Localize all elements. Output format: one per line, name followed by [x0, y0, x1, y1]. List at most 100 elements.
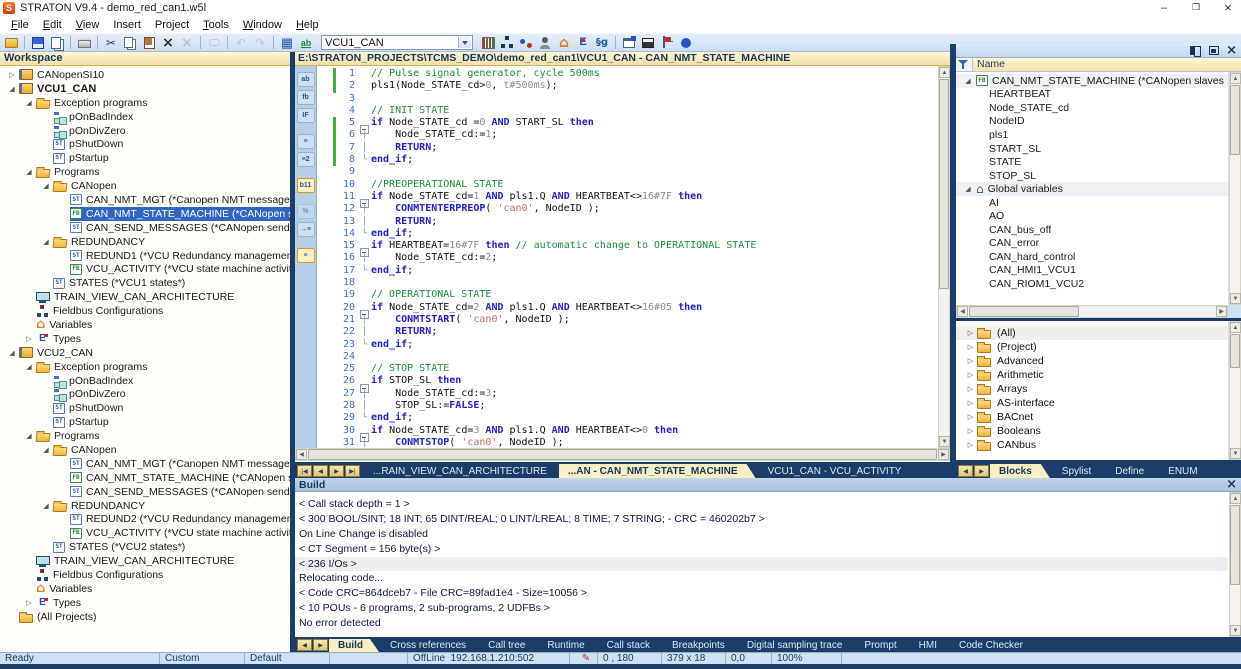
expander-icon[interactable]: ▷: [964, 413, 977, 421]
expander-icon[interactable]: ◢: [962, 185, 974, 193]
minimize-button[interactable]: [1155, 0, 1173, 15]
scroll-left-icon[interactable]: ◀: [957, 306, 968, 317]
toolbar-button[interactable]: [75, 34, 93, 51]
toolbar-button[interactable]: [297, 34, 315, 51]
fold-marker[interactable]: │: [358, 314, 371, 326]
editor-vertical-scrollbar[interactable]: ▲ ▼: [938, 66, 950, 448]
build-log-line[interactable]: No error detected: [299, 616, 1228, 631]
toolbar-button[interactable]: [140, 34, 158, 51]
restore-panel-icon[interactable]: [1209, 46, 1219, 55]
tree-item[interactable]: ▷ Types: [0, 596, 290, 610]
tree-item[interactable]: CAN_SEND_MESSAGES (*CANopen send message…: [0, 221, 290, 235]
toolbar-button[interactable]: [574, 34, 592, 51]
output-tab[interactable]: Call tree: [477, 639, 536, 652]
code-line[interactable]: 12 │ CONMTENTERPREOP( 'can0', NodeID );: [317, 203, 950, 215]
fold-marker[interactable]: └: [358, 154, 371, 166]
code-line[interactable]: 23 └ end_if;: [317, 339, 950, 351]
tree-item[interactable]: ◢ REDUNDANCY: [0, 235, 290, 249]
fold-marker[interactable]: │: [358, 388, 371, 400]
tab-prev-button[interactable]: ◀: [313, 465, 328, 477]
tab-last-button[interactable]: ▶|: [345, 465, 360, 477]
block-category-row[interactable]: ▷ CANbus: [956, 438, 1228, 452]
code-line[interactable]: 9: [317, 166, 950, 178]
expander-icon[interactable]: ▷: [964, 427, 977, 435]
scroll-up-icon[interactable]: ▲: [1230, 73, 1241, 84]
maximize-button[interactable]: [1187, 0, 1205, 15]
expander-icon[interactable]: ◢: [22, 168, 36, 176]
tree-item[interactable]: pOnBadIndex: [0, 374, 290, 388]
code-line[interactable]: 16 │ Node_STATE_cd:=2;: [317, 252, 950, 264]
code-line[interactable]: 18: [317, 277, 950, 289]
toolbar-button[interactable]: [251, 34, 269, 51]
code-line[interactable]: 14 └ end_if;: [317, 228, 950, 240]
expander-icon[interactable]: ▷: [964, 343, 977, 351]
menu-item[interactable]: Edit: [36, 18, 69, 32]
fold-marker[interactable]: │: [358, 252, 371, 264]
insert-line-icon[interactable]: →≡: [297, 222, 315, 237]
expander-icon[interactable]: ◢: [22, 363, 36, 371]
code-line[interactable]: 2 pls1(Node_STATE_cd>0, t#500ms);: [317, 80, 950, 92]
outline-icon[interactable]: ≡: [297, 248, 315, 263]
fold-marker[interactable]: │: [358, 142, 371, 154]
menu-item[interactable]: Insert: [106, 18, 148, 32]
output-tab[interactable]: Call stack: [596, 639, 661, 652]
code-line[interactable]: 7 │ RETURN;: [317, 142, 950, 154]
toolbar-button[interactable]: [29, 34, 47, 51]
toolbar-button[interactable]: [102, 34, 120, 51]
code-line[interactable]: 17 └ end_if;: [317, 265, 950, 277]
close-output-icon[interactable]: [1226, 478, 1237, 491]
expander-icon[interactable]: ◢: [22, 432, 36, 440]
output-tab[interactable]: HMI: [908, 639, 948, 652]
expander-icon[interactable]: ▷: [964, 329, 977, 337]
chevron-down-icon[interactable]: [458, 37, 471, 48]
tree-item[interactable]: CAN_NMT_MGT (*Canopen NMT messages manag…: [0, 457, 290, 471]
dock-icon[interactable]: [1190, 46, 1202, 55]
tab-next-button[interactable]: ▶: [313, 639, 328, 651]
auto-indent-icon[interactable]: ≡2: [297, 152, 315, 167]
output-tab[interactable]: Code Checker: [948, 639, 1034, 652]
expander-icon[interactable]: ◢: [39, 446, 53, 454]
editor-tab[interactable]: ...RAIN_VIEW_CAN_ARCHITECTURE: [361, 464, 559, 478]
build-log-line[interactable]: < 236 I/Os >: [295, 557, 1228, 572]
toolbar-button[interactable]: [278, 34, 296, 51]
expander-icon[interactable]: ▷: [964, 357, 977, 365]
if-then-icon[interactable]: IF: [297, 108, 315, 123]
toolbar-button[interactable]: [178, 34, 196, 51]
scrollbar-thumb[interactable]: [969, 306, 1079, 317]
fold-marker[interactable]: │: [358, 216, 371, 228]
code-line[interactable]: 25 // STOP STATE: [317, 363, 950, 375]
menu-item[interactable]: View: [69, 18, 107, 32]
tree-item[interactable]: TRAIN_VIEW_CAN_ARCHITECTURE: [0, 290, 290, 304]
menu-item[interactable]: Tools: [196, 18, 236, 32]
code-line[interactable]: 4 // INIT STATE: [317, 105, 950, 117]
output-tab[interactable]: Breakpoints: [661, 639, 736, 652]
scroll-up-icon[interactable]: ▲: [1230, 322, 1241, 333]
variables-vertical-scrollbar[interactable]: ▲ ▼: [1229, 72, 1241, 305]
toolbar-button[interactable]: [536, 34, 554, 51]
percent-icon[interactable]: %: [297, 204, 315, 219]
tree-item[interactable]: pStartup: [0, 415, 290, 429]
expander-icon[interactable]: ▷: [22, 335, 36, 343]
tab-prev-button[interactable]: ◀: [297, 639, 312, 651]
tree-item[interactable]: STATES (*VCU1 states*): [0, 276, 290, 290]
panel-tab[interactable]: ENUM: [1156, 464, 1209, 478]
expander-icon[interactable]: ◢: [962, 77, 974, 85]
expander-icon[interactable]: ◢: [39, 502, 53, 510]
tab-next-button[interactable]: ▶: [329, 465, 344, 477]
tree-item[interactable]: (All Projects): [0, 610, 290, 624]
tree-item[interactable]: Fieldbus Configurations: [0, 568, 290, 582]
fold-marker[interactable]: │: [358, 203, 371, 215]
tree-item[interactable]: ▷ Types: [0, 332, 290, 346]
build-log-line[interactable]: < CT Segment = 156 byte(s) >: [299, 542, 1228, 557]
name-column-header[interactable]: Name: [973, 58, 1241, 71]
menu-item[interactable]: File: [4, 18, 36, 32]
code-line[interactable]: 27 │ Node_STATE_cd:=3;: [317, 388, 950, 400]
expander-icon[interactable]: ▷: [5, 71, 19, 79]
code-line[interactable]: 21 │ CONMTSTART( 'can0', NodeID );: [317, 314, 950, 326]
code-line[interactable]: 13 │ RETURN;: [317, 216, 950, 228]
fold-marker[interactable]: └: [358, 265, 371, 277]
output-tab[interactable]: Runtime: [536, 639, 595, 652]
block-category-row[interactable]: ▷ Arrays: [956, 382, 1228, 396]
fold-marker[interactable]: └: [358, 412, 371, 424]
tab-prev-button[interactable]: ◀: [958, 465, 973, 477]
